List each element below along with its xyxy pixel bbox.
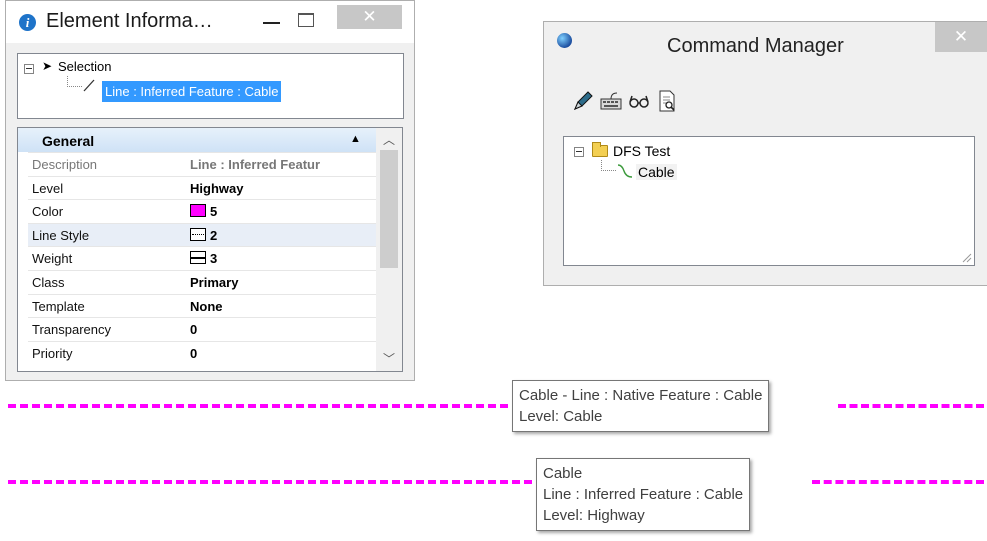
line-weight-icon <box>190 251 206 265</box>
tree-root-selection[interactable]: Selection <box>58 59 111 74</box>
property-key: Priority <box>32 345 73 361</box>
tree-connector <box>601 160 616 171</box>
line-style-icon <box>190 227 206 241</box>
property-row-line-style[interactable]: Line Style 2 <box>28 222 376 247</box>
line-element-icon <box>83 79 95 92</box>
property-row-class[interactable]: Class Primary <box>28 269 376 294</box>
property-row-color[interactable]: Color 5 <box>28 199 376 223</box>
property-row-transparency[interactable]: Transparency 0 <box>28 317 376 341</box>
property-key: Line Style <box>32 227 90 243</box>
property-value: Primary <box>190 274 239 290</box>
command-tree: DFS Test Cable <box>563 136 975 266</box>
tooltip-line: Line : Inferred Feature : Cable <box>543 486 744 503</box>
property-key: Template <box>32 298 85 314</box>
glasses-icon[interactable] <box>627 89 651 113</box>
section-title: General <box>42 133 95 149</box>
info-icon: i <box>19 14 36 31</box>
tooltip-native-cable: Cable - Line : Native Feature : Cable Le… <box>512 380 770 432</box>
keyboard-icon[interactable] <box>599 89 623 113</box>
property-row-priority[interactable]: Priority 0 <box>28 340 376 365</box>
tree-item-dfs-test[interactable]: DFS Test <box>613 143 670 159</box>
minimize-button[interactable] <box>260 10 284 34</box>
property-value: 2 <box>210 227 218 243</box>
tooltip-line: Level: Highway <box>543 507 645 524</box>
tooltip-line: Cable - Line : Native Feature : Cable <box>519 387 763 404</box>
resize-grip-icon[interactable] <box>960 251 972 263</box>
element-information-window: i Element Informa… ✕ ➤ Selection Line : … <box>5 0 415 381</box>
section-header-general[interactable]: General ▲ <box>18 128 376 152</box>
selection-tree: ➤ Selection Line : Inferred Feature : Ca… <box>17 53 404 119</box>
vertical-scrollbar[interactable]: ︿ ﹀ <box>376 128 402 371</box>
pen-icon[interactable] <box>571 89 595 113</box>
tree-item-cable[interactable]: Cable <box>636 164 677 180</box>
title-bar[interactable]: i Element Informa… ✕ <box>6 1 414 43</box>
property-value: None <box>190 298 223 314</box>
collapse-caret-icon[interactable]: ▲ <box>350 133 361 145</box>
cable-line-inferred[interactable] <box>8 480 532 484</box>
cable-line-native[interactable] <box>8 404 508 408</box>
property-row-level[interactable]: Level Highway <box>28 175 376 200</box>
property-key: Weight <box>32 251 73 267</box>
property-value: 3 <box>210 251 218 267</box>
collapse-icon[interactable] <box>24 64 34 74</box>
document-search-icon[interactable] <box>655 89 679 113</box>
cable-line-native-right[interactable] <box>838 404 984 408</box>
property-row-template[interactable]: Template None <box>28 293 376 318</box>
property-key: Level <box>32 180 64 196</box>
scroll-thumb[interactable] <box>380 150 398 268</box>
property-key: Transparency <box>32 322 111 338</box>
property-value: 0 <box>190 345 198 361</box>
property-key: Description <box>32 157 98 172</box>
title-bar[interactable]: Command Manager ✕ <box>544 22 987 70</box>
tooltip-line: Cable <box>543 465 583 482</box>
folder-icon <box>592 142 608 157</box>
property-value: Line : Inferred Featur <box>190 157 321 172</box>
property-value: 0 <box>190 322 198 338</box>
globe-icon <box>557 33 572 48</box>
property-key: Class <box>32 274 65 290</box>
property-row-weight[interactable]: Weight 3 <box>28 246 376 270</box>
color-swatch <box>190 204 206 218</box>
maximize-button[interactable] <box>298 13 314 27</box>
pointer-arrow-icon: ➤ <box>42 59 53 73</box>
cable-feature-icon <box>617 164 633 178</box>
property-value: Highway <box>190 180 244 196</box>
tree-item-selected-element[interactable]: Line : Inferred Feature : Cable <box>102 81 282 102</box>
window-title: Element Informa… <box>46 10 213 32</box>
close-button[interactable]: ✕ <box>935 22 987 52</box>
property-value: 5 <box>210 204 218 220</box>
command-manager-window: Command Manager ✕ DFS Test Cable <box>543 21 987 286</box>
scroll-up-icon[interactable]: ︿ <box>383 131 395 148</box>
properties-grid: General ▲ Description Line : Inferred Fe… <box>17 127 403 372</box>
scroll-down-icon[interactable]: ﹀ <box>383 350 395 367</box>
property-row-description[interactable]: Description Line : Inferred Featur <box>28 152 376 176</box>
tree-connector <box>67 76 82 87</box>
window-title: Command Manager <box>667 35 844 57</box>
cable-line-inferred-right[interactable] <box>812 480 984 484</box>
tooltip-line: Level: Cable <box>519 408 603 425</box>
tooltip-inferred-cable: Cable Line : Inferred Feature : Cable Le… <box>536 458 751 531</box>
close-button[interactable]: ✕ <box>337 5 402 29</box>
collapse-icon[interactable] <box>574 147 584 157</box>
property-key: Color <box>32 204 64 220</box>
property-rows: Description Line : Inferred Featur Level… <box>28 152 376 364</box>
